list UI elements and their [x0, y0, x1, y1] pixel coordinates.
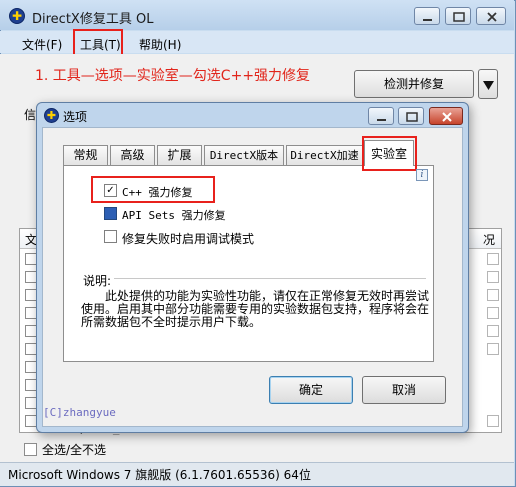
minimize-button[interactable] [414, 7, 440, 25]
tab-general[interactable]: 常规 [63, 145, 108, 165]
tab-advanced[interactable]: 高级 [110, 145, 155, 165]
list-row-status-box [487, 343, 499, 355]
description-divider [114, 278, 426, 279]
info-label-fragment: 信 [24, 108, 37, 122]
api-sets-repair-checkbox[interactable] [104, 207, 117, 220]
list-row-status-box [487, 325, 499, 337]
list-header-status[interactable]: 况 [483, 231, 495, 248]
list-row-status-box [487, 289, 499, 301]
credit-text: [C]zhangyue [43, 406, 116, 419]
list-row-status-box [487, 271, 499, 283]
list-row-status-box [487, 415, 499, 427]
status-text: Microsoft Windows 7 旗舰版 (6.1.7601.65536)… [8, 468, 311, 482]
debug-mode-label[interactable]: 修复失败时启用调试模式 [122, 230, 254, 247]
debug-mode-checkbox[interactable] [104, 230, 117, 243]
window-title: DirectX修复工具 OL [32, 12, 154, 27]
close-icon [487, 12, 497, 22]
dialog-minimize-button[interactable] [368, 107, 394, 125]
maximize-button[interactable] [445, 7, 471, 25]
select-all-label[interactable]: 全选/全不选 [42, 441, 106, 458]
dialog-app-icon: ✚ [44, 108, 59, 123]
minimize-icon [377, 119, 386, 121]
annotation-highlight-lab-tab [362, 136, 417, 171]
close-icon [442, 112, 452, 122]
maximize-icon [406, 112, 418, 122]
annotation-highlight-tools [73, 29, 123, 56]
triangle-down-icon [483, 81, 494, 90]
app-icon: ✚ [9, 8, 25, 24]
tab-directx-version[interactable]: DirectX版本 [204, 145, 284, 165]
dialog-maximize-button[interactable] [398, 107, 424, 125]
list-row-status-box [487, 307, 499, 319]
minimize-icon [423, 19, 432, 21]
dropdown-button[interactable] [478, 69, 498, 99]
maximize-icon [453, 12, 465, 22]
info-icon[interactable]: i [416, 169, 428, 181]
menu-file[interactable]: 文件(F) [22, 36, 62, 53]
annotation-highlight-cpp-option [91, 176, 215, 203]
tab-extension[interactable]: 扩展 [157, 145, 202, 165]
list-row-status-box [487, 253, 499, 265]
close-button[interactable] [476, 7, 506, 25]
select-all-checkbox[interactable] [24, 443, 37, 456]
tab-directx-acceleration[interactable]: DirectX加速 [286, 145, 363, 165]
description-title: 说明: [83, 274, 112, 288]
cancel-button[interactable]: 取消 [362, 376, 446, 404]
dialog-close-button[interactable] [429, 107, 463, 125]
menu-help[interactable]: 帮助(H) [139, 36, 181, 53]
ok-button[interactable]: 确定 [269, 376, 353, 404]
description-text: 此处提供的功能为实验性功能，请仅在正常修复无效时再尝试使用。启用其中部分功能需要… [81, 289, 430, 329]
dialog-title: 选项 [63, 110, 88, 124]
api-sets-repair-label[interactable]: API Sets 强力修复 [122, 207, 226, 223]
annotation-text: 1. 工具—选项—实验室—勾选C++强力修复 [35, 68, 311, 84]
detect-and-repair-button[interactable]: 检测并修复 [354, 70, 474, 98]
